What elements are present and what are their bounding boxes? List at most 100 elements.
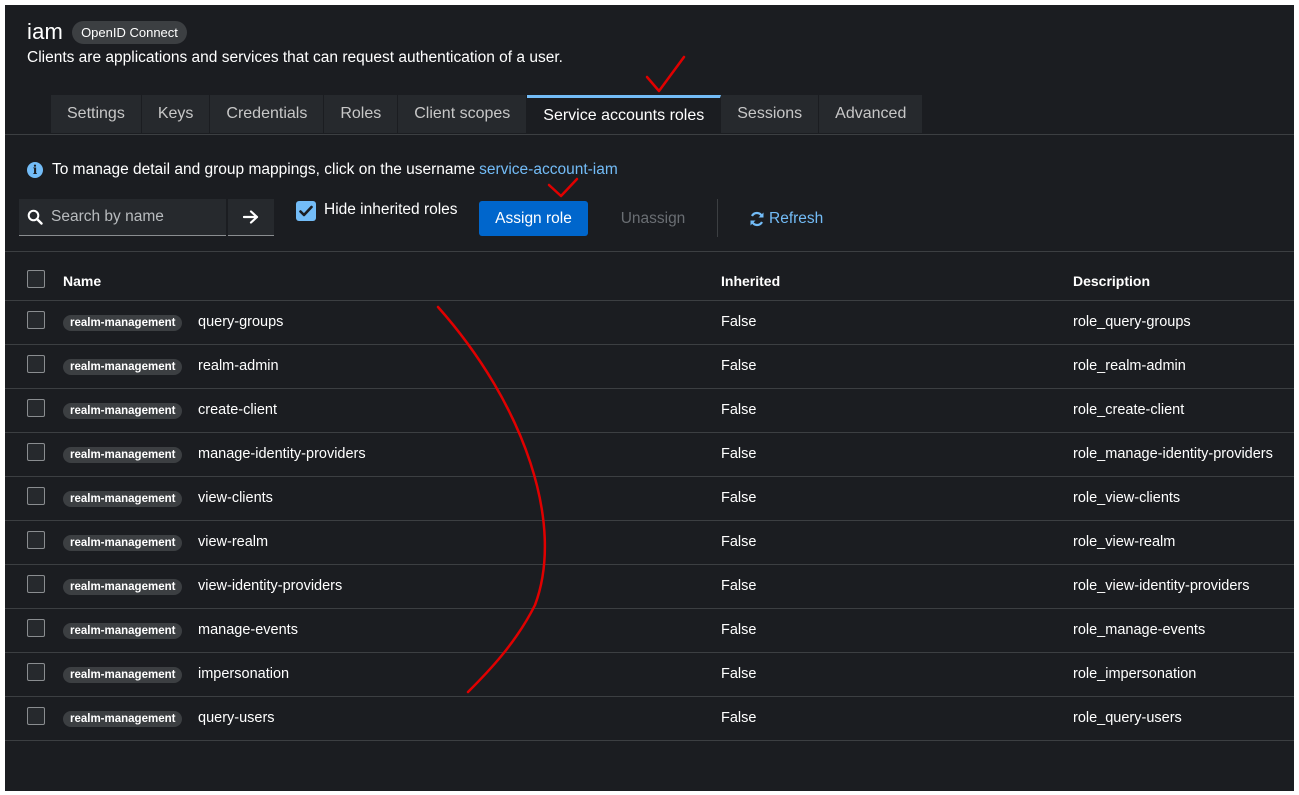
toolbar-divider [717, 199, 718, 237]
role-name: query-groups [198, 314, 284, 330]
title-row: iam OpenID Connect [27, 19, 187, 45]
page-title: iam [27, 19, 64, 44]
hide-inherited-toggle[interactable]: Hide inherited roles [296, 201, 458, 221]
search-submit-button[interactable] [228, 199, 274, 236]
row-checkbox[interactable] [27, 399, 45, 417]
role-description: role_query-groups [1073, 314, 1191, 330]
refresh-icon [750, 211, 764, 226]
tab-client-scopes[interactable]: Client scopes [398, 95, 528, 133]
table-row: realm-management query-groups False role… [5, 300, 1294, 344]
tab-settings[interactable]: Settings [51, 95, 142, 133]
role-inherited: False [721, 622, 757, 638]
role-description: role_realm-admin [1073, 358, 1186, 374]
row-checkbox[interactable] [27, 619, 45, 637]
assign-role-button[interactable]: Assign role [479, 201, 588, 236]
select-all-checkbox[interactable] [27, 270, 45, 288]
search-box [19, 199, 226, 236]
role-inherited: False [721, 490, 757, 506]
table-row: realm-management view-realm False role_v… [5, 520, 1294, 564]
role-name: view-identity-providers [198, 578, 343, 594]
role-description: role_create-client [1073, 402, 1185, 418]
row-checkbox[interactable] [27, 443, 45, 461]
role-description: role_view-identity-providers [1073, 578, 1250, 594]
tab-keys[interactable]: Keys [141, 95, 211, 133]
role-description: role_manage-identity-providers [1073, 446, 1273, 462]
role-name: realm-admin [198, 358, 279, 374]
info-message: i To manage detail and group mappings, c… [27, 161, 618, 179]
table-row: realm-management view-identity-providers… [5, 564, 1294, 608]
table-row: realm-management impersonation False rol… [5, 652, 1294, 696]
arrow-right-icon [243, 210, 259, 224]
info-text: To manage detail and group mappings, cli… [52, 161, 476, 178]
search-input[interactable] [49, 207, 223, 227]
role-inherited: False [721, 710, 757, 726]
toolbar: Hide inherited roles Assign role Unassig… [19, 199, 1289, 237]
check-icon [299, 205, 313, 217]
role-name: create-client [198, 402, 277, 418]
role-inherited: False [721, 446, 757, 462]
table-row: realm-management realm-admin False role_… [5, 344, 1294, 388]
tab-roles[interactable]: Roles [324, 95, 399, 133]
role-name: manage-identity-providers [198, 446, 366, 462]
role-inherited: False [721, 314, 757, 330]
column-header-description[interactable]: Description [1073, 273, 1150, 289]
tab-sessions[interactable]: Sessions [721, 95, 820, 133]
row-checkbox[interactable] [27, 311, 45, 329]
role-name: query-users [198, 710, 275, 726]
refresh-label: Refresh [769, 209, 824, 227]
refresh-button[interactable]: Refresh [749, 201, 823, 236]
row-checkbox[interactable] [27, 355, 45, 373]
row-checkbox[interactable] [27, 707, 45, 725]
service-account-link[interactable]: service-account-iam [479, 161, 618, 179]
table-row: realm-management query-users False role_… [5, 696, 1294, 741]
client-badge: realm-management [63, 535, 183, 551]
table-header: Name Inherited Description [5, 261, 1294, 299]
client-badge: realm-management [63, 359, 183, 375]
table-row: realm-management manage-events False rol… [5, 608, 1294, 652]
page-subtitle: Clients are applications and services th… [27, 49, 563, 66]
client-badge: realm-management [63, 491, 183, 507]
role-description: role_impersonation [1073, 666, 1197, 682]
page-header: iam OpenID Connect Clients are applicati… [5, 5, 1294, 135]
role-description: role_manage-events [1073, 622, 1206, 638]
client-badge: realm-management [63, 711, 183, 727]
protocol-badge: OpenID Connect [72, 20, 187, 44]
tab-service-accounts-roles[interactable]: Service accounts roles [527, 95, 722, 133]
role-name: view-realm [198, 534, 269, 550]
tab-credentials[interactable]: Credentials [210, 95, 325, 133]
role-name: impersonation [198, 666, 290, 682]
role-description: role_view-realm [1073, 534, 1176, 550]
role-name: manage-events [198, 622, 298, 638]
client-badge: realm-management [63, 579, 183, 595]
column-header-inherited[interactable]: Inherited [721, 273, 780, 289]
client-badge: realm-management [63, 623, 183, 639]
role-inherited: False [721, 358, 757, 374]
info-circle-icon: i [27, 162, 43, 178]
row-checkbox[interactable] [27, 575, 45, 593]
table-row: realm-management view-clients False role… [5, 476, 1294, 520]
tab-divider [5, 134, 1294, 135]
client-badge: realm-management [63, 315, 183, 331]
row-checkbox[interactable] [27, 531, 45, 549]
role-name: view-clients [198, 490, 273, 506]
app-frame: iam OpenID Connect Clients are applicati… [5, 5, 1294, 791]
client-badge: realm-management [63, 447, 183, 463]
search-icon [27, 209, 43, 225]
column-header-name[interactable]: Name [63, 273, 101, 289]
table-row: realm-management manage-identity-provide… [5, 432, 1294, 476]
client-badge: realm-management [63, 403, 183, 419]
role-inherited: False [721, 666, 757, 682]
annotation-check-assign [547, 177, 579, 198]
tab-advanced[interactable]: Advanced [819, 95, 924, 133]
role-inherited: False [721, 402, 757, 418]
row-checkbox[interactable] [27, 663, 45, 681]
client-badge: realm-management [63, 667, 183, 683]
tab-bar: Settings Keys Credentials Roles Client s… [51, 95, 924, 133]
role-description: role_view-clients [1073, 490, 1181, 506]
hide-inherited-checkbox[interactable] [296, 201, 316, 221]
row-checkbox[interactable] [27, 487, 45, 505]
roles-table-body: realm-management query-groups False role… [5, 300, 1294, 741]
unassign-button[interactable]: Unassign [603, 201, 703, 236]
role-description: role_query-users [1073, 710, 1182, 726]
table-row: realm-management create-client False rol… [5, 388, 1294, 432]
